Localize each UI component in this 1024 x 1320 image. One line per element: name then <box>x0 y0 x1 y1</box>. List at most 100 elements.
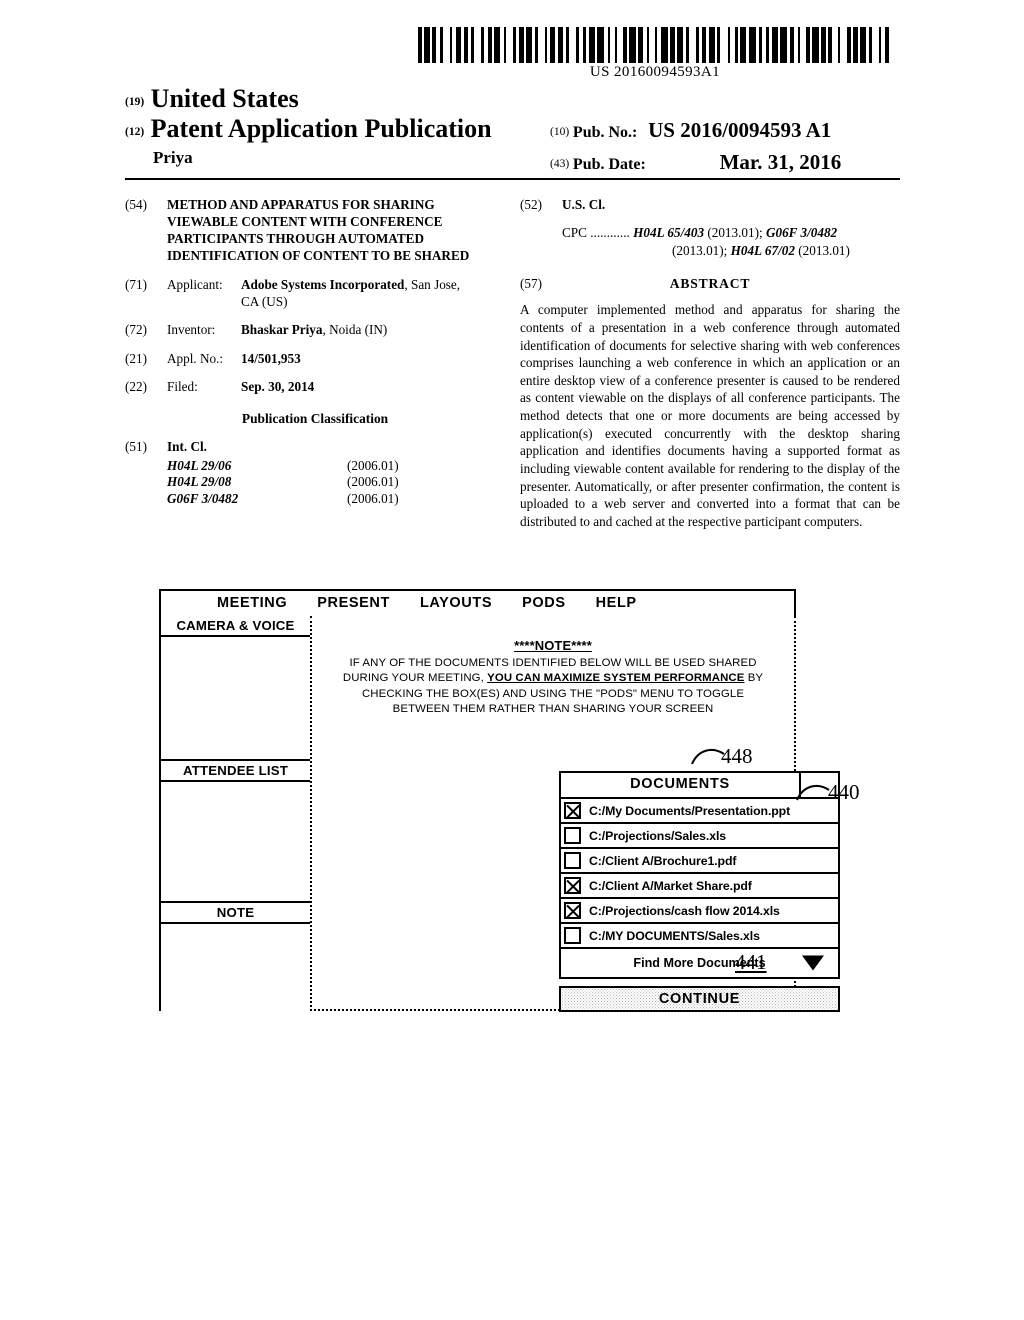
inventor-name: Bhaskar Priya <box>241 322 323 338</box>
field-inventor-label: Inventor: <box>167 322 216 338</box>
document-path-label: C:/Client A/Market Share.pdf <box>589 878 752 893</box>
sidebar-header-note: NOTE <box>161 901 310 924</box>
int-cl-version: (2006.01) <box>347 457 399 473</box>
pub-number-tag: (10) <box>550 126 570 138</box>
doc-type-line: (12) Patent Application Publication <box>125 114 492 144</box>
barcode <box>418 27 892 63</box>
note-line2-pre: DURING YOUR MEETING, <box>342 672 488 685</box>
sidebar-pane-note[interactable] <box>161 924 310 1014</box>
note-line2-post: BY <box>744 672 764 685</box>
checkbox-unchecked-icon[interactable] <box>564 852 581 869</box>
field-applicant-label: Applicant: <box>167 276 223 292</box>
leader-line-440 <box>796 784 830 801</box>
document-path-label: C:/Client A/Brochure1.pdf <box>589 853 737 868</box>
checkbox-checked-icon[interactable] <box>564 802 581 819</box>
menu-item-help[interactable]: HELP <box>596 595 637 611</box>
menu-item-present[interactable]: PRESENT <box>317 595 390 611</box>
document-path-label: C:/MY DOCUMENTS/Sales.xls <box>589 928 760 943</box>
document-row[interactable]: C:/MY DOCUMENTS/Sales.xls <box>561 924 838 949</box>
int-cl-list: H04L 29/06 (2006.01) H04L 29/08 (2006.01) G0… <box>167 457 505 507</box>
note-message-line-1: IF ANY OF THE DOCUMENTS IDENTIFIED BELOW… <box>349 656 757 669</box>
abstract-heading: ABSTRACT <box>669 276 751 292</box>
note-message: ****NOTE**** IF ANY OF THE DOCUMENTS IDE… <box>322 638 784 718</box>
menu-bar: MEETING PRESENT LAYOUTS PODS HELP <box>159 589 796 618</box>
filed-value: Sep. 30, 2014 <box>241 379 315 395</box>
find-more-documents-row[interactable]: Find More Documents <box>561 949 838 977</box>
header-inventor-surname: Priya <box>153 148 193 167</box>
triangle-down-icon <box>802 955 824 971</box>
int-cl-row: G06F 3/0482 (2006.01) <box>167 490 505 507</box>
cpc-tail: (2013.01) <box>794 242 850 258</box>
note-line2-emphasis: YOU CAN MAXIMIZE SYSTEM PERFORMANCE <box>487 672 745 685</box>
sidebar-header-attendee-list: ATTENDEE LIST <box>161 759 310 782</box>
sidebar-pane-attendee-list[interactable] <box>161 782 310 901</box>
document-row-list: C:/My Documents/Presentation.ppt C:/Proje… <box>561 799 838 949</box>
country-tag: (19) <box>125 96 145 108</box>
field-applicant: (71) Applicant: Adobe Systems Incorporate… <box>125 276 505 311</box>
document-row[interactable]: C:/Client A/Market Share.pdf <box>561 874 838 899</box>
field-filed-tag: (22) <box>125 379 147 395</box>
field-filed: (22) Filed: Sep. 30, 2014 <box>125 378 505 395</box>
note-message-line-2: DURING YOUR MEETING, YOU CAN MAXIMIZE SY… <box>322 671 784 687</box>
note-message-title: ****NOTE**** <box>322 638 784 654</box>
int-cl-row: H04L 29/08 (2006.01) <box>167 473 505 490</box>
document-row[interactable]: C:/Client A/Brochure1.pdf <box>561 849 838 874</box>
abstract-text: A computer implemented method and appara… <box>520 302 900 529</box>
applicant-name: Adobe Systems Incorporated <box>241 276 405 292</box>
checkbox-checked-icon[interactable] <box>564 877 581 894</box>
cpc-sep-2: (2013.01); <box>672 242 731 258</box>
pub-date-tag: (43) <box>550 158 570 170</box>
country-line: (19) United States <box>125 84 299 114</box>
field-title-value: METHOD AND APPARATUS FOR SHARING VIEWABL… <box>167 197 470 264</box>
field-appl-no: (21) Appl. No.: 14/501,953 <box>125 350 505 367</box>
appl-no-value: 14/501,953 <box>241 350 301 366</box>
field-filed-label: Filed: <box>167 379 198 395</box>
field-us-cl-label: U.S. Cl. <box>562 197 606 212</box>
checkbox-unchecked-icon[interactable] <box>564 927 581 944</box>
pub-date-line: (43) Pub. Date: Mar. 31, 2016 <box>550 150 841 175</box>
note-title-underline: ****NOTE**** <box>514 638 592 653</box>
pub-number-line: (10) Pub. No.: US 2016/0094593 A1 <box>550 118 831 143</box>
figure-conference-ui: MEETING PRESENT LAYOUTS PODS HELP CAMERA & V… <box>159 589 840 1014</box>
pub-number-value: US 2016/0094593 A1 <box>648 118 832 142</box>
int-cl-version: (2006.01) <box>347 474 399 490</box>
biblio-left-column: (54) METHOD AND APPARATUS FOR SHARING VI… <box>125 196 505 517</box>
continue-button[interactable]: CONTINUE <box>559 986 840 1012</box>
header-divider <box>125 178 900 180</box>
barcode-bars <box>418 27 892 63</box>
leader-line-448 <box>691 748 725 765</box>
int-cl-code: H04L 29/08 <box>167 474 232 490</box>
field-inventor: (72) Inventor: Bhaskar Priya, Noida (IN) <box>125 321 505 338</box>
cpc-code-1: H04L 65/403 <box>633 225 705 241</box>
biblio-right-column: (52) U.S. Cl. CPC ............ H04L 65/4… <box>520 196 900 530</box>
menu-item-layouts[interactable]: LAYOUTS <box>420 595 492 611</box>
document-row[interactable]: C:/Projections/cash flow 2014.xls <box>561 899 838 924</box>
cpc-line-2: (2013.01); H04L 67/02 (2013.01) <box>672 242 900 259</box>
int-cl-code: H04L 29/06 <box>167 457 232 473</box>
menu-item-meeting[interactable]: MEETING <box>217 595 287 611</box>
publication-classification-heading: Publication Classification <box>241 410 389 426</box>
doc-type-tag: (12) <box>125 126 145 138</box>
country-name: United States <box>150 84 299 113</box>
int-cl-version: (2006.01) <box>347 490 399 506</box>
menu-item-pods[interactable]: PODS <box>522 595 566 611</box>
left-sidebar: CAMERA & VOICE ATTENDEE LIST NOTE <box>159 616 312 1014</box>
cpc-code-3: H04L 67/02 <box>730 242 795 258</box>
documents-panel-title: DOCUMENTS <box>561 773 801 797</box>
field-title: (54) METHOD AND APPARATUS FOR SHARING VI… <box>125 196 505 265</box>
document-row[interactable]: C:/Projections/Sales.xls <box>561 824 838 849</box>
field-inventor-tag: (72) <box>125 322 147 338</box>
int-cl-code: G06F 3/0482 <box>167 490 239 506</box>
menu-item-list: MEETING PRESENT LAYOUTS PODS HELP <box>217 595 637 611</box>
main-content-area: ****NOTE**** IF ANY OF THE DOCUMENTS IDE… <box>310 616 840 1012</box>
int-cl-row: H04L 29/06 (2006.01) <box>167 457 505 474</box>
publication-header: (19) United States (12) Patent Applicati… <box>125 84 900 174</box>
checkbox-checked-icon[interactable] <box>564 902 581 919</box>
sidebar-pane-camera-voice[interactable] <box>161 637 310 759</box>
field-applicant-tag: (71) <box>125 276 147 292</box>
inventor-location: , Noida (IN) <box>322 322 388 338</box>
field-us-cl-tag: (52) <box>520 197 542 212</box>
checkbox-unchecked-icon[interactable] <box>564 827 581 844</box>
field-int-cl: (51) Int. Cl. H04L 29/06 (2006.01) H04L 29… <box>125 438 505 506</box>
cpc-sep-1: (2013.01); <box>704 225 766 241</box>
